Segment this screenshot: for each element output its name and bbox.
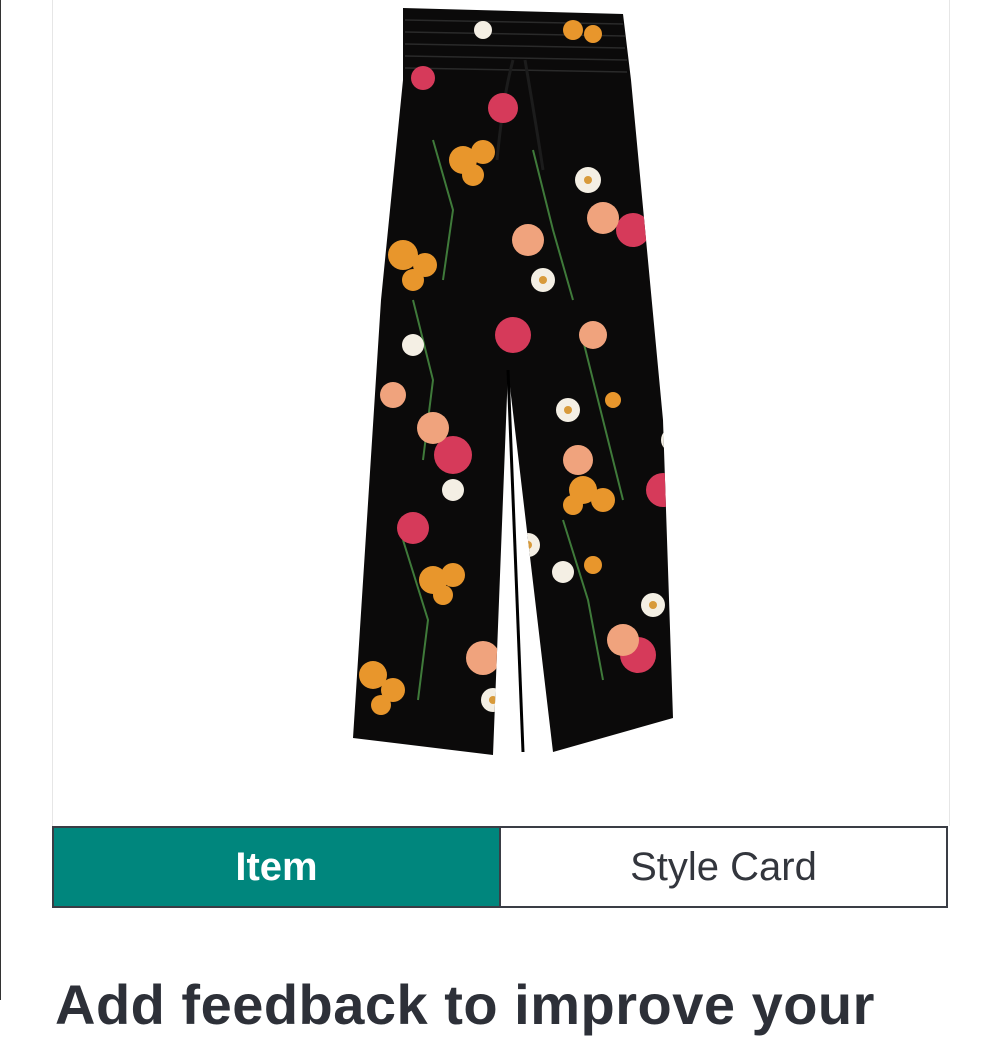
- tab-item[interactable]: Item: [54, 828, 499, 906]
- item-stylecard-toggle: Item Style Card: [52, 826, 948, 908]
- product-card: [52, 0, 950, 826]
- floral-pants-image: [353, 8, 673, 755]
- feedback-heading: Add feedback to improve your: [55, 973, 875, 1036]
- tab-style-card[interactable]: Style Card: [499, 828, 946, 906]
- left-edge-divider: [0, 0, 1, 1000]
